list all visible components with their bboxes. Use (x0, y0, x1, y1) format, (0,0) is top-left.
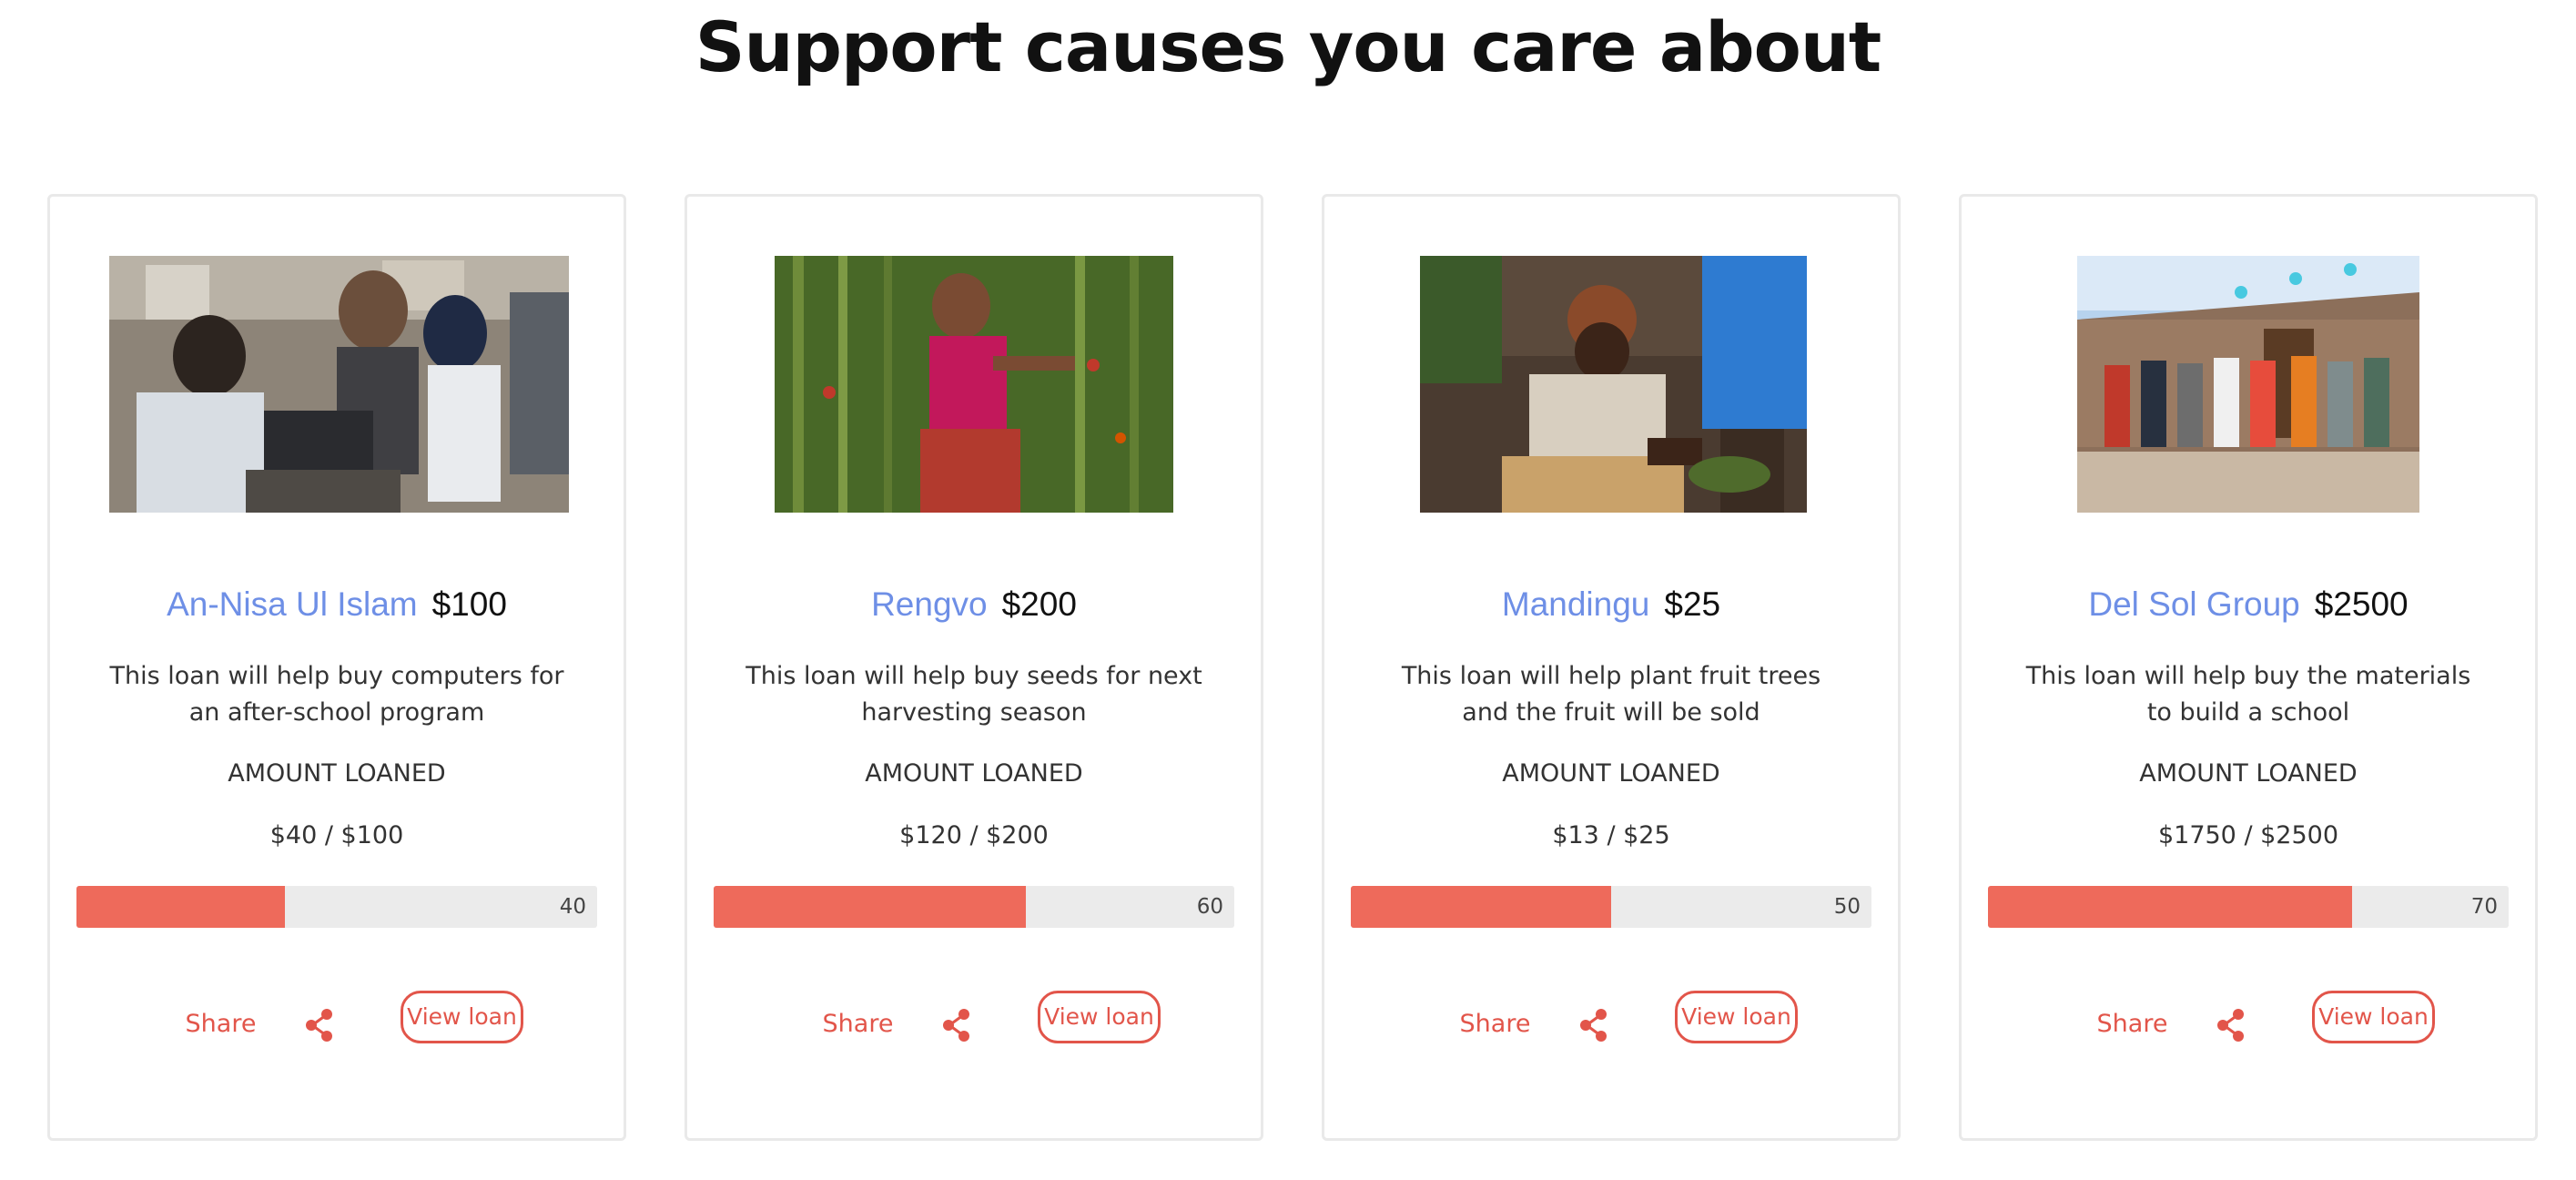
loan-card: Del Sol Group $2500 This loan will help b… (1959, 194, 2538, 1141)
loan-progress-fill (76, 886, 285, 928)
amount-loaned-label: AMOUNT LOANED (865, 759, 1083, 788)
loan-progress-fill (1988, 886, 2353, 928)
loan-goal: $25 (1664, 585, 1721, 623)
share-icon[interactable] (1576, 1007, 1612, 1043)
loan-description: This loan will help buy seeds for next h… (745, 662, 1202, 727)
amount-loaned-value: $120 / $200 (899, 821, 1049, 849)
borrower-photo (775, 256, 1173, 513)
amount-loaned-label: AMOUNT LOANED (228, 759, 446, 788)
loan-progress-bar: 50 (1351, 886, 1871, 928)
loan-progress-bar: 40 (76, 886, 597, 928)
loan-progress-label: 40 (559, 895, 586, 919)
view-loan-button[interactable]: View loan (401, 991, 523, 1043)
borrower-photo (1420, 256, 1807, 513)
borrower-name-link[interactable]: An-Nisa Ul Islam (167, 585, 418, 623)
view-loan-button[interactable]: View loan (1038, 991, 1161, 1043)
loan-description: This loan will help buy the materials to… (2025, 662, 2471, 727)
share-link[interactable]: Share (796, 1000, 919, 1049)
amount-loaned-value: $1750 / $2500 (2157, 821, 2339, 849)
loan-card: Mandingu $25 This loan will help plant fr… (1322, 194, 1901, 1141)
loan-card-list: An-Nisa Ul Islam $100 This loan will help… (0, 0, 2576, 1180)
borrower-photo (2077, 256, 2419, 513)
loan-description: This loan will help plant fruit trees an… (1401, 662, 1821, 727)
view-loan-button[interactable]: View loan (1675, 991, 1798, 1043)
loan-progress-fill (714, 886, 1027, 928)
amount-loaned-label: AMOUNT LOANED (2139, 759, 2358, 788)
loan-progress-fill (1351, 886, 1611, 928)
loan-card: An-Nisa Ul Islam $100 This loan will help… (47, 194, 626, 1141)
amount-loaned-value: $40 / $100 (269, 821, 404, 849)
share-icon[interactable] (938, 1007, 975, 1043)
loan-description: This loan will help buy computers for an… (109, 662, 564, 727)
borrower-name-link[interactable]: Del Sol Group (2088, 585, 2299, 623)
amount-loaned-value: $13 / $25 (1552, 821, 1670, 849)
card-heading: An-Nisa Ul Islam $100 (50, 568, 624, 641)
share-link[interactable]: Share (1434, 1000, 1557, 1049)
share-link[interactable]: Share (159, 1000, 282, 1049)
loan-goal: $200 (1001, 585, 1077, 623)
loan-card: Rengvo $200 This loan will help buy seeds… (685, 194, 1263, 1141)
share-icon[interactable] (2213, 1007, 2249, 1043)
view-loan-button[interactable]: View loan (2312, 991, 2435, 1043)
loan-goal: $2500 (2314, 585, 2409, 623)
borrower-name-link[interactable]: Rengvo (871, 585, 988, 623)
loan-goal: $100 (431, 585, 507, 623)
card-heading: Del Sol Group $2500 (1962, 568, 2535, 641)
share-link[interactable]: Share (2071, 1000, 2194, 1049)
amount-loaned-label: AMOUNT LOANED (1502, 759, 1720, 788)
loan-progress-bar: 70 (1988, 886, 2509, 928)
borrower-name-link[interactable]: Mandingu (1502, 585, 1650, 623)
loan-progress-bar: 60 (714, 886, 1234, 928)
loan-progress-label: 50 (1833, 895, 1861, 919)
loan-progress-label: 60 (1196, 895, 1223, 919)
card-heading: Rengvo $200 (687, 568, 1261, 641)
loan-progress-label: 70 (2470, 895, 2498, 919)
share-icon[interactable] (301, 1007, 338, 1043)
borrower-photo (109, 256, 569, 513)
card-heading: Mandingu $25 (1324, 568, 1898, 641)
